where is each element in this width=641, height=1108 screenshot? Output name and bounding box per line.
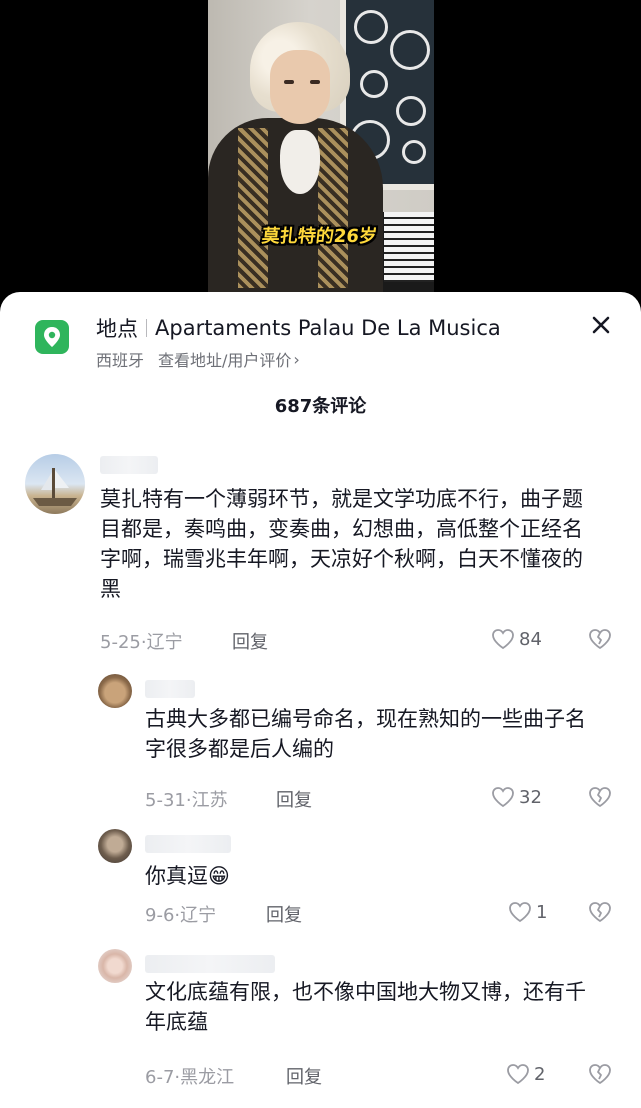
comment-date-region: 9-6·辽宁 [145, 905, 217, 926]
location-separator [146, 319, 147, 337]
reply-button[interactable]: 回复 [276, 786, 312, 812]
video-caption: 莫扎特的26岁 [260, 226, 379, 247]
location-pin-icon [35, 320, 69, 354]
comment-item: 莫扎特有一个薄弱环节，就是文学功底不行，曲子题目都是，奏鸣曲，变奏曲，幻想曲，高… [0, 450, 641, 660]
reply-button[interactable]: 回复 [286, 1063, 322, 1089]
heart-icon [492, 629, 514, 650]
avatar[interactable] [25, 454, 85, 514]
person-face [270, 50, 330, 124]
like-count: 2 [534, 1063, 546, 1085]
broken-heart-icon [589, 787, 611, 807]
like-button[interactable]: 1 [508, 901, 547, 923]
dislike-button[interactable] [588, 786, 612, 812]
comment-text: 文化底蕴有限，也不像中国地大物又博，还有千年底蕴 [145, 980, 586, 1034]
like-button[interactable]: 2 [506, 1063, 545, 1085]
comment-sheet: 地点 Apartaments Palau De La Musica 西班牙 查看… [0, 292, 641, 1108]
costume-jabot [280, 130, 320, 194]
username-blurred[interactable] [100, 456, 158, 474]
close-button[interactable] [588, 312, 614, 338]
broken-heart-icon [589, 902, 611, 922]
reply-button[interactable]: 回复 [232, 628, 268, 654]
video-frame [208, 0, 434, 300]
dislike-button[interactable] [588, 1063, 612, 1089]
username-blurred[interactable] [145, 680, 195, 698]
location-label: 地点 [96, 317, 138, 341]
comment-count: 687条评论 [274, 396, 367, 417]
video-player[interactable]: 莫扎特的26岁 [0, 0, 641, 300]
eye-right [310, 80, 320, 84]
like-count: 32 [519, 786, 542, 808]
eye-left [284, 80, 294, 84]
heart-icon [492, 787, 514, 808]
close-icon [592, 316, 610, 334]
like-count: 84 [519, 628, 542, 650]
comment-date-region: 5-25·辽宁 [100, 632, 183, 653]
dislike-button[interactable] [588, 628, 612, 654]
location-country: 西班牙 [96, 351, 145, 370]
piano-keys [384, 212, 434, 282]
heart-icon [509, 902, 531, 923]
location-card[interactable]: 地点 Apartaments Palau De La Musica 西班牙 查看… [0, 292, 641, 382]
like-count: 1 [536, 901, 548, 923]
heart-icon [507, 1064, 529, 1085]
view-address-link[interactable]: 查看地址/用户评价 [158, 347, 291, 371]
reply-button[interactable]: 回复 [266, 901, 302, 927]
coat-lace-right [318, 128, 348, 288]
username-blurred[interactable] [145, 835, 231, 853]
location-place-name: Apartaments Palau De La Musica [155, 316, 501, 340]
grinning-emoji-icon: 😁 [208, 864, 230, 888]
reply-item: 你真逗😁 9-6·辽宁 回复 1 [0, 827, 641, 937]
comment-text: 古典大多都已编号命名，现在熟知的一些曲子名字很多都是后人编的 [145, 707, 586, 761]
like-button[interactable]: 32 [491, 786, 542, 808]
broken-heart-icon [589, 1064, 611, 1084]
like-button[interactable]: 84 [491, 628, 542, 650]
chevron-right-icon: › [293, 349, 300, 369]
location-subtitle: 西班牙 查看地址/用户评价 › [96, 347, 300, 371]
reply-item: 古典大多都已编号命名，现在熟知的一些曲子名字很多都是后人编的 5-31·江苏 回… [0, 672, 641, 812]
dislike-button[interactable] [588, 901, 612, 927]
coat-lace-left [238, 128, 268, 288]
avatar[interactable] [98, 949, 132, 983]
username-blurred[interactable] [145, 955, 275, 973]
comment-text: 莫扎特有一个薄弱环节，就是文学功底不行，曲子题目都是，奏鸣曲，变奏曲，幻想曲，高… [100, 487, 583, 601]
comment-date-region: 5-31·江苏 [145, 790, 228, 811]
location-title: 地点 Apartaments Palau De La Musica [96, 313, 501, 343]
comment-date-region: 6-7·黑龙江 [145, 1067, 235, 1088]
avatar[interactable] [98, 829, 132, 863]
avatar[interactable] [98, 674, 132, 708]
reply-item: 文化底蕴有限，也不像中国地大物又博，还有千年底蕴 6-7·黑龙江 回复 2 [0, 947, 641, 1097]
comment-text-body: 你真逗 [145, 864, 208, 888]
comment-text: 你真逗😁 [145, 861, 445, 891]
broken-heart-icon [589, 629, 611, 649]
